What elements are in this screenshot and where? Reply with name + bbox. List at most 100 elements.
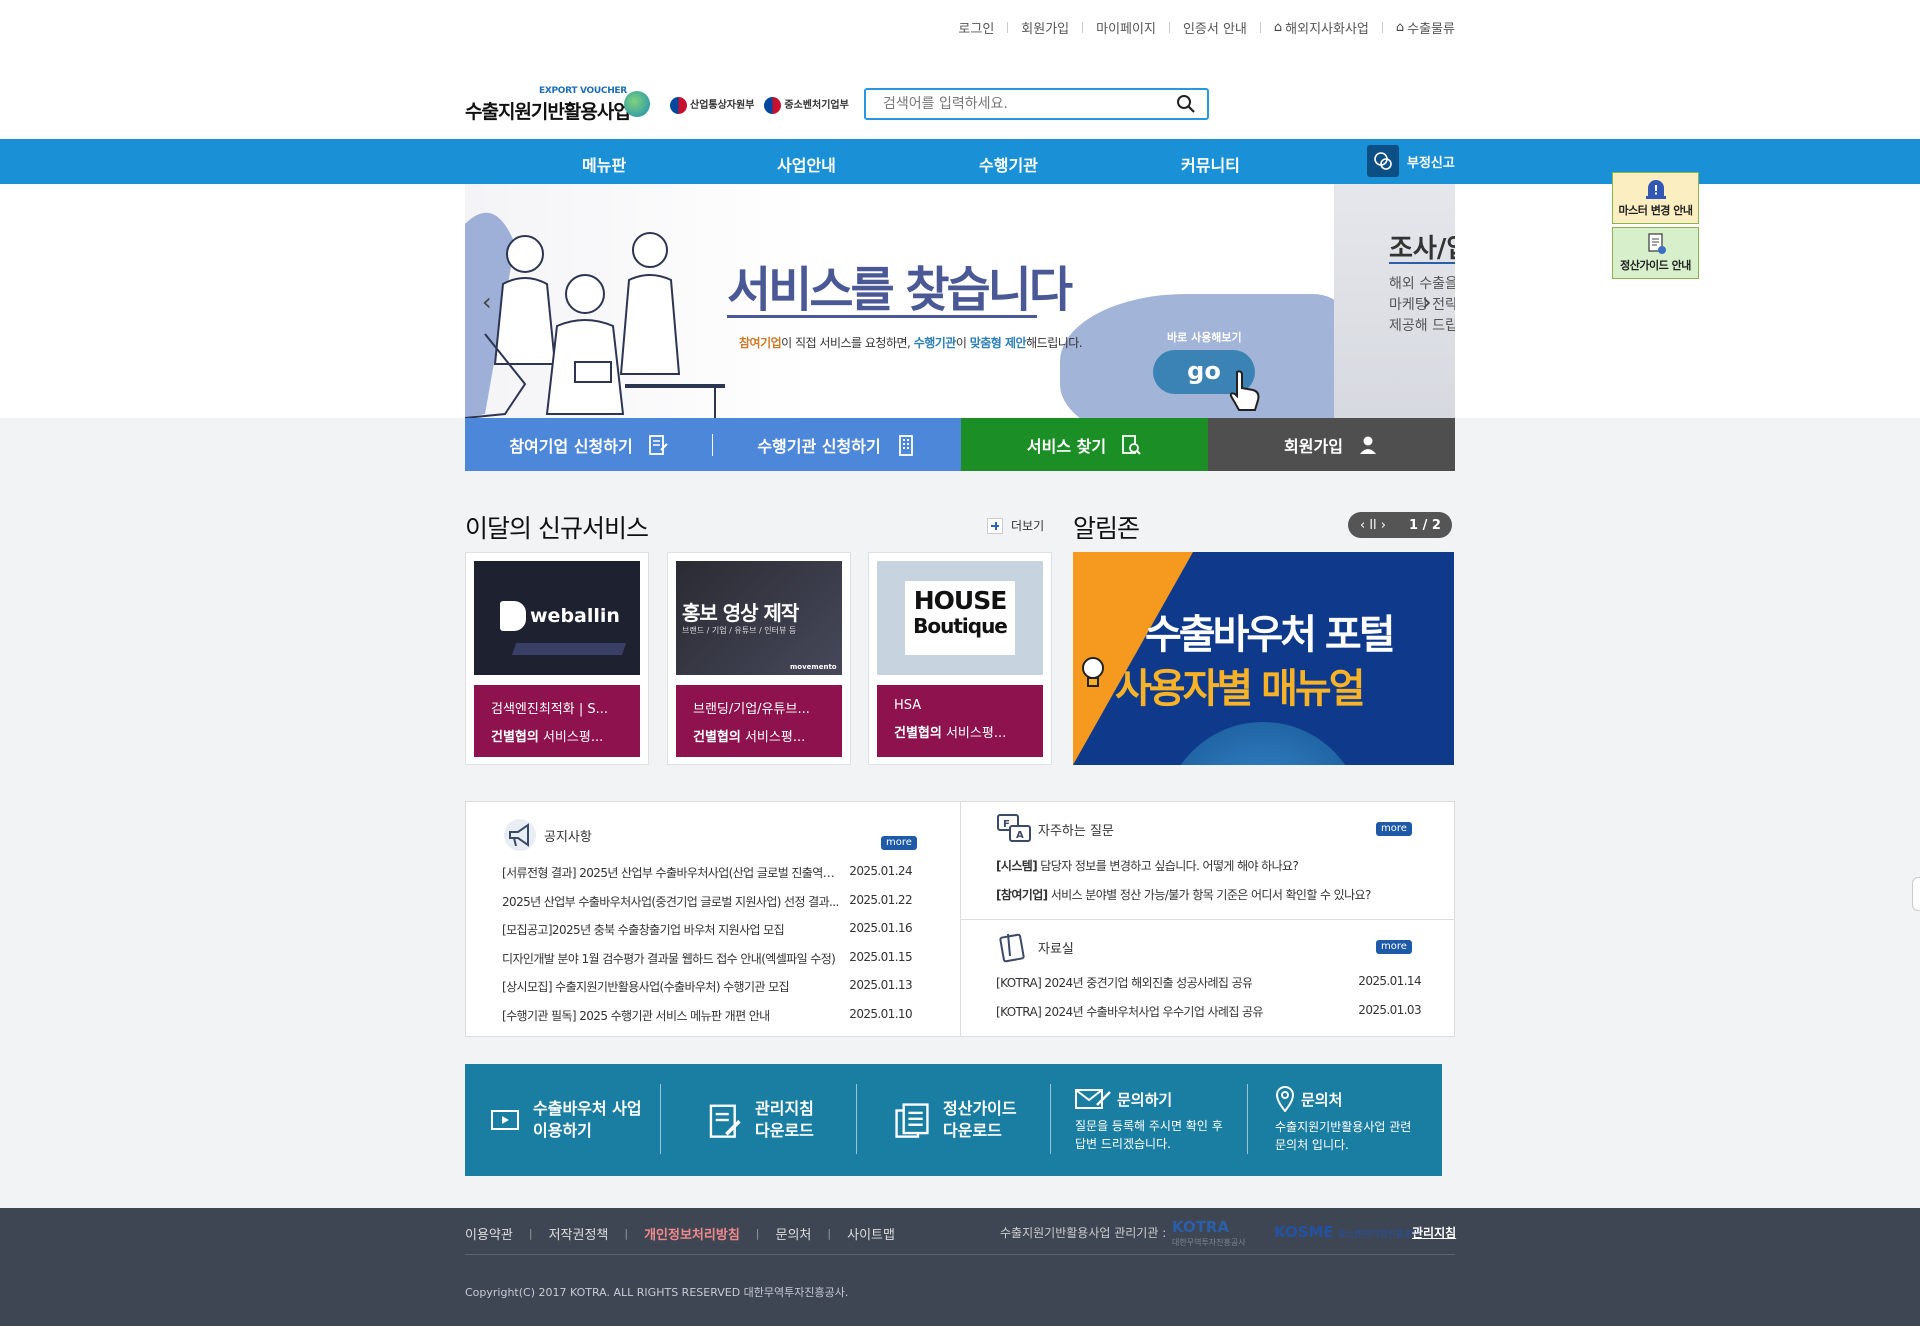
next-slide-underline [1389, 262, 1455, 264]
nav-business-info[interactable]: 사업안내 [777, 152, 836, 176]
price-note: 서비스평... [941, 726, 1007, 741]
faq-row[interactable]: [시스템] 담당자 정보를 변경하고 싶습니다. 어떻게 해야 하나요? [996, 857, 1298, 874]
nav-agencies[interactable]: 수행기관 [979, 152, 1038, 176]
divider: | [528, 1227, 533, 1240]
contact-heading: 문의처 [1275, 1086, 1411, 1112]
banner-headline: 서비스를 찾습니다 [727, 262, 1073, 318]
service-price: 건별협의 서비스평... [894, 722, 1043, 741]
search-icon[interactable] [1176, 94, 1196, 114]
logo-line-1: HOUSE [913, 586, 1008, 615]
signup-button[interactable]: 회원가입 [1208, 418, 1455, 471]
faq-tag: [참여기업] [996, 888, 1048, 902]
plus-icon [987, 517, 1003, 534]
megaphone-icon [504, 819, 536, 851]
find-service-button[interactable]: 서비스 찾기 [961, 418, 1208, 471]
divider [1259, 22, 1261, 33]
notice-header: 공지사항 [502, 818, 592, 852]
kosme-name: KOSME [1274, 1223, 1334, 1241]
archive-icon [999, 933, 1025, 963]
thumb-decor [511, 643, 627, 655]
kotra-logo[interactable]: KOTRA 대한무역투자진흥공사 [1172, 1218, 1252, 1248]
archive-title: 자료실 [1038, 941, 1074, 957]
overseas-branch-link[interactable]: ⌂ 해외지사화사업 [1274, 18, 1369, 37]
terms-link[interactable]: 이용약관 [465, 1224, 513, 1243]
contact-link[interactable]: 문의처 수출지원기반활용사업 관련 문의처 입니다. [1248, 1064, 1442, 1176]
faq-more-button[interactable]: more [1376, 822, 1412, 836]
guideline-line-1: 관리지침 [755, 1099, 814, 1118]
certificate-guide-link[interactable]: 인증서 안내 [1183, 18, 1247, 37]
notice-row[interactable]: [서류전형 결과] 2025년 산업부 수출바우처사업(산업 글로벌 진출역량.… [502, 864, 913, 881]
contact-footer-link[interactable]: 문의처 [776, 1224, 812, 1243]
master-change-guide-button[interactable]: 마스터 변경 안내 [1612, 172, 1699, 224]
ministry-name-2: 중소벤처기업부 [784, 100, 849, 111]
services-more-button[interactable]: 더보기 [987, 517, 1044, 534]
notice-row[interactable]: [모집공고]2025년 충북 수출창출기업 바우처 지원사업 모집 2025.01… [502, 921, 913, 938]
settlement-guide-download-link[interactable]: 정산가이드 다운로드 [857, 1064, 1051, 1176]
banner-slide-current[interactable]: 서비스를 찾습니다 참여기업이 직접 서비스를 요청하면, 수행기관이 맞춤형 … [465, 184, 1334, 418]
people-illustration [465, 212, 725, 418]
service-card[interactable]: 홍보 영상 제작 브랜드 / 기업 / 유튜브 / 인터뷰 등 movement… [667, 552, 851, 765]
service-caption: HSA 건별협의 서비스평... [877, 685, 1043, 757]
notice-row[interactable]: 디자인개발 분야 1월 검수평가 결과물 웹하드 접수 안내(엑셀파일 수정) 2… [502, 950, 913, 967]
use-voucher-line-2: 이용하기 [533, 1121, 592, 1140]
login-link[interactable]: 로그인 [958, 18, 994, 37]
faq-question: 서비스 분야별 정산 가능/불가 항목 기준은 어디서 확인할 수 있나요? [1047, 888, 1371, 902]
search-input[interactable] [866, 90, 1156, 118]
inquiry-link[interactable]: 문의하기 질문을 등록해 주시면 확인 후 답변 드리겠습니다. [1051, 1064, 1248, 1176]
alimzone-banner[interactable]: 수출바우처 포털 사용자별 매뉴얼 [1073, 552, 1454, 765]
faq-title: 자주하는 질문 [1038, 823, 1114, 839]
notice-row-title: [서류전형 결과] 2025년 산업부 수출바우처사업(산업 글로벌 진출역량.… [502, 866, 842, 880]
contact-desc-line: 수출지원기반활용사업 관련 [1275, 1120, 1412, 1134]
export-logistics-link[interactable]: ⌂ 수출물류 [1396, 18, 1455, 37]
faq-row[interactable]: [참여기업] 서비스 분야별 정산 가능/불가 항목 기준은 어디서 확인할 수… [996, 886, 1371, 903]
participant-apply-button[interactable]: 참여기업 신청하기 [465, 418, 713, 471]
notice-row-title: 디자인개발 분야 1월 검수평가 결과물 웹하드 접수 안내(엑셀파일 수정) [502, 952, 836, 966]
sub-participant: 참여기업 [739, 336, 782, 350]
management-guideline-link[interactable]: 관리지침 [1412, 1224, 1456, 1241]
archive-row[interactable]: [KOTRA] 2024년 중견기업 해외진출 성공사례집 공유 2025.01.… [996, 974, 1422, 991]
report-icon [1367, 145, 1399, 177]
service-card[interactable]: weballin 검색엔진최적화 | S... 건별협의 서비스평... [465, 552, 649, 765]
alimzone-controls: ‹ ll › 1 / 2 [1348, 512, 1452, 538]
notice-row[interactable]: [상시모집] 수출지원기반활용사업(수출바우처) 수행기관 모집 2025.01.… [502, 978, 913, 995]
use-voucher-link[interactable]: 수출바우처 사업이용하기 [465, 1064, 661, 1176]
notice-more-button[interactable]: more [881, 836, 917, 850]
ministry-logo-1: 산업통상자원부 [670, 96, 754, 114]
kosme-logo[interactable]: KOSME 중소벤처기업진흥공단 [1274, 1223, 1421, 1241]
signup-link[interactable]: 회원가입 [1021, 18, 1069, 37]
archive-row[interactable]: [KOTRA] 2024년 수출바우처사업 우수기업 사례집 공유 2025.01… [996, 1003, 1422, 1020]
banner-next-arrow-icon[interactable]: › [1422, 288, 1432, 316]
banner-slide-next[interactable]: 조사/압 해외 수출을 마케팅 전략 제공해 드립 [1334, 184, 1455, 418]
guideline-download-link[interactable]: 관리지침 다운로드 [661, 1064, 857, 1176]
agency-apply-label: 수행기관 신청하기 [757, 436, 881, 456]
house-boutique-logo: HOUSE Boutique [905, 581, 1015, 655]
footer-links: 이용약관 | 저작권정책 | 개인정보처리방침 | 문의처 | 사이트맵 [465, 1224, 895, 1243]
report-link[interactable]: 부정신고 [1367, 145, 1455, 177]
sitemap-link[interactable]: 사이트맵 [847, 1224, 895, 1243]
notice-row[interactable]: [수행기관 필독] 2025 수행기관 서비스 메뉴판 개편 안내 2025.01… [502, 1007, 913, 1024]
prev-pause-next-icon[interactable]: ‹ ll › [1348, 518, 1398, 533]
settlement-guide-button[interactable]: 정산가이드 안내 [1612, 227, 1699, 279]
nav-community[interactable]: 커뮤니티 [1181, 152, 1240, 176]
banner-prev-arrow-icon[interactable]: ‹ [482, 288, 492, 316]
privacy-policy-link[interactable]: 개인정보처리방침 [644, 1224, 740, 1243]
notice-row-title: 2025년 산업부 수출바우처사업(중견기업 글로벌 지원사업) 선정 결과..… [502, 895, 839, 909]
mypage-link[interactable]: 마이페이지 [1096, 18, 1156, 37]
use-voucher-line-1: 수출바우처 사업 [533, 1099, 642, 1118]
service-caption: 검색엔진최적화 | S... 건별협의 서비스평... [474, 685, 640, 757]
next-desc-line: 제공해 드립 [1389, 318, 1455, 334]
notice-row-date: 2025.01.13 [849, 978, 912, 992]
copyright-policy-link[interactable]: 저작권정책 [549, 1224, 609, 1243]
weballin-logo-icon [500, 601, 526, 631]
archive-more-button[interactable]: more [1376, 940, 1412, 954]
side-edge-tab[interactable] [1912, 877, 1920, 911]
document-search-icon [1122, 434, 1141, 455]
archive-row-date: 2025.01.03 [1358, 1003, 1421, 1017]
globe-decor [1163, 722, 1363, 765]
alimzone-page-indicator: 1 / 2 [1409, 517, 1441, 533]
nav-menu-board[interactable]: 메뉴판 [582, 152, 626, 176]
agency-apply-button[interactable]: 수행기관 신청하기 [713, 418, 961, 471]
notice-row[interactable]: 2025년 산업부 수출바우처사업(중견기업 글로벌 지원사업) 선정 결과..… [502, 893, 913, 910]
service-card[interactable]: HOUSE Boutique HSA 건별협의 서비스평... [868, 552, 1052, 765]
ministry-name-1: 산업통상자원부 [690, 100, 755, 111]
